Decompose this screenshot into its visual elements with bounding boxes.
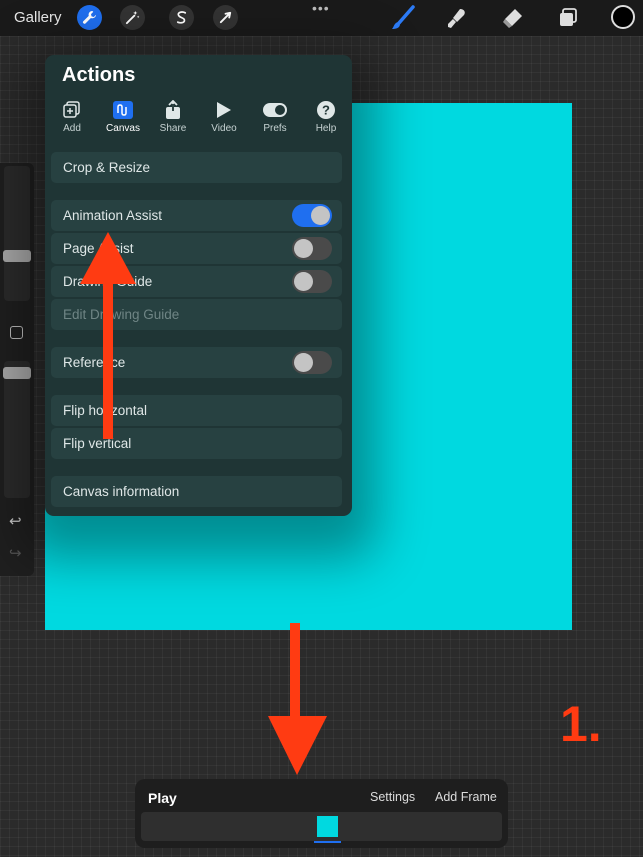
- annotation-overlay: [80, 232, 327, 775]
- step-number-label: 1.: [560, 696, 602, 752]
- red-arrow-up: [80, 232, 136, 439]
- red-arrow-down: [268, 623, 327, 775]
